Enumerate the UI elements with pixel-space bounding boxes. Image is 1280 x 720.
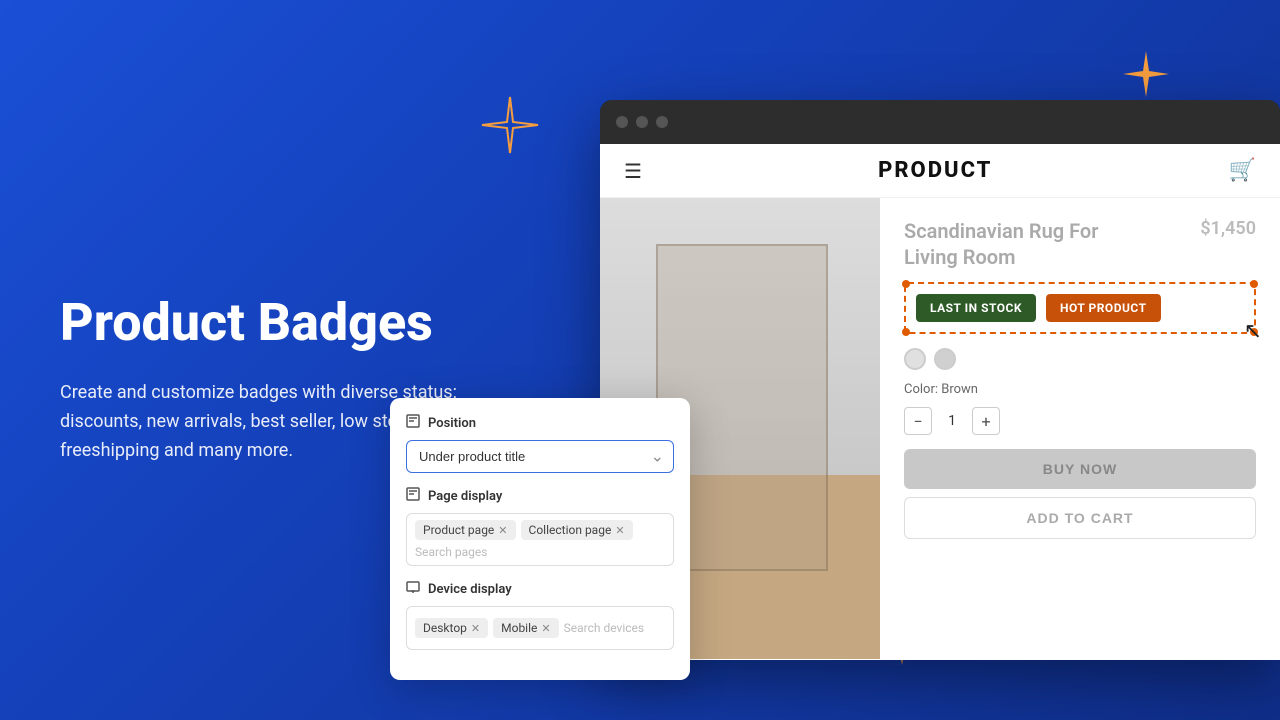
page-display-label: Page display (428, 489, 502, 504)
product-price: $1,450 (1200, 218, 1256, 239)
product-header: ☰ PRODUCT 🛒 (600, 144, 1280, 198)
sparkle-decoration-top (480, 95, 540, 159)
position-header: Position (406, 414, 674, 432)
device-tags-area[interactable]: Desktop ✕ Mobile ✕ Search devices (406, 606, 674, 650)
quantity-increase[interactable]: + (972, 407, 1000, 435)
page-tag-product: Product page ✕ (415, 520, 516, 540)
device-tag-desktop: Desktop ✕ (415, 618, 488, 638)
position-select[interactable]: Under product title (406, 440, 674, 473)
browser-bar (600, 100, 1280, 144)
product-brand: PRODUCT (878, 158, 992, 183)
sparkle-decoration-right (1122, 50, 1170, 102)
browser-mockup: ☰ PRODUCT 🛒 Scandinavian Rug For Living … (600, 100, 1280, 660)
device-display-icon (406, 580, 420, 598)
product-title: Scandinavian Rug For Living Room (904, 218, 1104, 270)
quantity-row: − 1 + (904, 407, 1256, 435)
quantity-value: 1 (942, 413, 962, 429)
add-to-cart-button[interactable]: ADD TO CART (904, 497, 1256, 539)
product-area: Scandinavian Rug For Living Room $1,450 … (600, 198, 1280, 659)
device-tag-desktop-label: Desktop (423, 621, 467, 635)
page-search-placeholder: Search pages (415, 545, 487, 559)
position-label: Position (428, 416, 476, 431)
position-select-wrapper[interactable]: Under product title (406, 440, 674, 473)
buy-now-button[interactable]: BUY NOW (904, 449, 1256, 489)
device-tag-mobile-label: Mobile (501, 621, 537, 635)
device-search-placeholder: Search devices (564, 621, 644, 635)
position-icon (406, 414, 420, 432)
panel-section-position: Position Under product title (406, 414, 674, 473)
browser-content: ☰ PRODUCT 🛒 Scandinavian Rug For Living … (600, 144, 1280, 660)
page-tags-area[interactable]: Product page ✕ Collection page ✕ Search … (406, 513, 674, 566)
page-tag-product-label: Product page (423, 523, 494, 537)
badge-last-in-stock: LAST IN STOCK (916, 294, 1036, 322)
device-tag-desktop-close[interactable]: ✕ (471, 622, 480, 635)
browser-dot-2 (636, 116, 648, 128)
page-title: Product Badges (60, 294, 520, 351)
color-swatch-2[interactable] (934, 348, 956, 370)
color-swatches (904, 348, 1256, 370)
product-color: Color: Brown (904, 382, 1256, 397)
color-swatch-1[interactable] (904, 348, 926, 370)
hamburger-icon[interactable]: ☰ (624, 159, 642, 183)
cursor-icon: ↖ (1244, 319, 1262, 344)
badges-container: LAST IN STOCK HOT PRODUCT ↖ (904, 282, 1256, 334)
quantity-decrease[interactable]: − (904, 407, 932, 435)
device-tag-mobile: Mobile ✕ (493, 618, 558, 638)
page-display-icon (406, 487, 420, 505)
page-tag-product-close[interactable]: ✕ (498, 524, 507, 537)
badge-corner-tl (902, 280, 910, 288)
page-tag-collection-label: Collection page (529, 523, 612, 537)
page-tag-collection-close[interactable]: ✕ (615, 524, 624, 537)
badge-corner-tr (1250, 280, 1258, 288)
badge-hot-product: HOT PRODUCT (1046, 294, 1160, 322)
browser-dot-1 (616, 116, 628, 128)
cart-icon[interactable]: 🛒 (1229, 158, 1256, 183)
device-tag-mobile-close[interactable]: ✕ (541, 622, 550, 635)
product-title-price: Scandinavian Rug For Living Room $1,450 (904, 218, 1256, 270)
browser-dot-3 (656, 116, 668, 128)
badge-corner-bl (902, 328, 910, 336)
device-display-label: Device display (428, 582, 512, 597)
product-details: Scandinavian Rug For Living Room $1,450 … (880, 198, 1280, 659)
panel-section-device: Device display Desktop ✕ Mobile ✕ Search… (406, 580, 674, 650)
device-display-header: Device display (406, 580, 674, 598)
page-tag-collection: Collection page ✕ (521, 520, 633, 540)
floating-panel: Position Under product title Page displa… (390, 398, 690, 680)
page-display-header: Page display (406, 487, 674, 505)
panel-section-page: Page display Product page ✕ Collection p… (406, 487, 674, 566)
